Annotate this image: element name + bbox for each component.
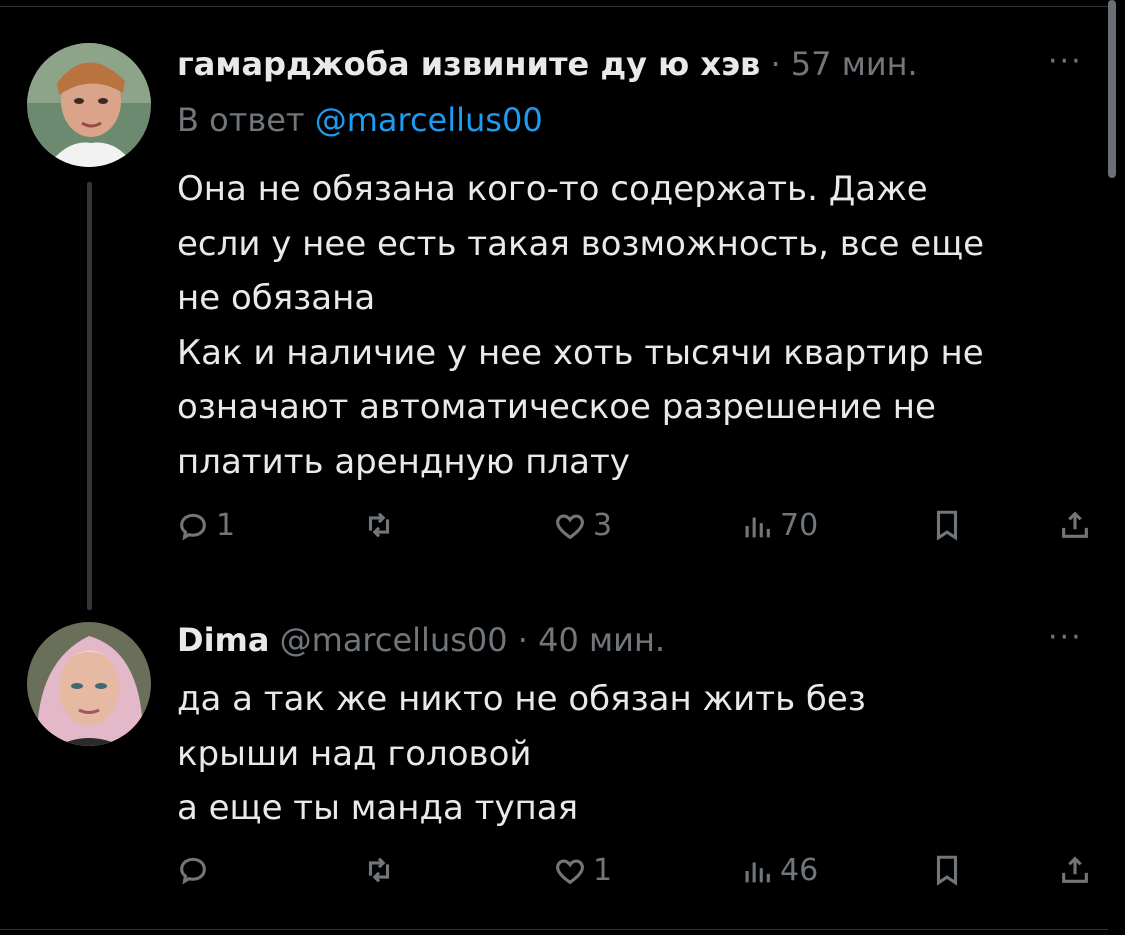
reply-mention[interactable]: @marcellus00 <box>315 101 543 139</box>
timestamp[interactable]: 57 мин. <box>791 45 918 83</box>
reply-button[interactable] <box>176 853 216 887</box>
reply-prefix: В ответ <box>177 101 305 139</box>
action-bar: 1 46 <box>0 853 1110 903</box>
views-button[interactable]: 70 <box>740 508 818 543</box>
action-bar: 1 3 70 <box>0 508 1110 558</box>
author-name[interactable]: гамарджоба извините ду ю хэв <box>177 45 760 83</box>
reply-count: 1 <box>216 508 236 543</box>
bottom-divider <box>0 929 1108 930</box>
tweet-header: гамарджоба извините ду ю хэв · 57 мин. <box>177 44 918 84</box>
heart-icon <box>556 859 584 884</box>
tweet-text: Она не обязана кого-то содержать. Даже е… <box>177 169 985 482</box>
author-name[interactable]: Dima <box>177 621 269 659</box>
share-icon <box>1062 511 1088 538</box>
views-count: 46 <box>780 853 819 888</box>
like-count: 3 <box>593 508 613 543</box>
views-icon <box>745 862 770 882</box>
views-icon <box>745 517 770 537</box>
author-handle[interactable]: @marcellus00 <box>280 621 508 659</box>
share-icon <box>1062 856 1088 883</box>
reply-icon <box>180 513 206 541</box>
separator: · <box>517 621 528 659</box>
bookmark-button[interactable] <box>930 853 964 887</box>
timestamp[interactable]: 40 мин. <box>538 621 665 659</box>
avatar[interactable] <box>27 622 151 746</box>
avatar[interactable] <box>27 43 151 167</box>
reply-context: В ответ @marcellus00 <box>177 100 543 140</box>
separator: · <box>770 45 781 83</box>
bookmark-icon <box>936 510 958 541</box>
views-button[interactable]: 46 <box>740 853 818 888</box>
tweet-header: Dima @marcellus00 · 40 мин. <box>177 620 665 660</box>
tweet-1[interactable]: гамарджоба извините ду ю хэв · 57 мин. ·… <box>0 0 1100 610</box>
retweet-button[interactable] <box>362 508 402 542</box>
retweet-icon <box>368 857 390 883</box>
share-button[interactable] <box>1058 508 1092 542</box>
scrollbar[interactable] <box>1108 0 1116 178</box>
share-button[interactable] <box>1058 853 1092 887</box>
tweet-2[interactable]: Dima @marcellus00 · 40 мин. ··· да а так… <box>0 600 1100 930</box>
like-button[interactable]: 1 <box>553 853 612 888</box>
retweet-button[interactable] <box>362 853 402 887</box>
heart-icon <box>556 514 584 539</box>
reply-icon <box>180 857 206 885</box>
retweet-icon <box>368 512 390 538</box>
like-button[interactable]: 3 <box>553 508 612 543</box>
like-count: 1 <box>593 853 613 888</box>
bookmark-button[interactable] <box>930 508 964 542</box>
bookmark-icon <box>936 855 958 886</box>
tweet-text: да а так же никто не обязан жить без кры… <box>177 679 866 828</box>
reply-button[interactable]: 1 <box>176 508 235 543</box>
views-count: 70 <box>780 508 819 543</box>
more-options-button[interactable]: ··· <box>1048 44 1083 79</box>
more-options-button[interactable]: ··· <box>1048 620 1083 655</box>
